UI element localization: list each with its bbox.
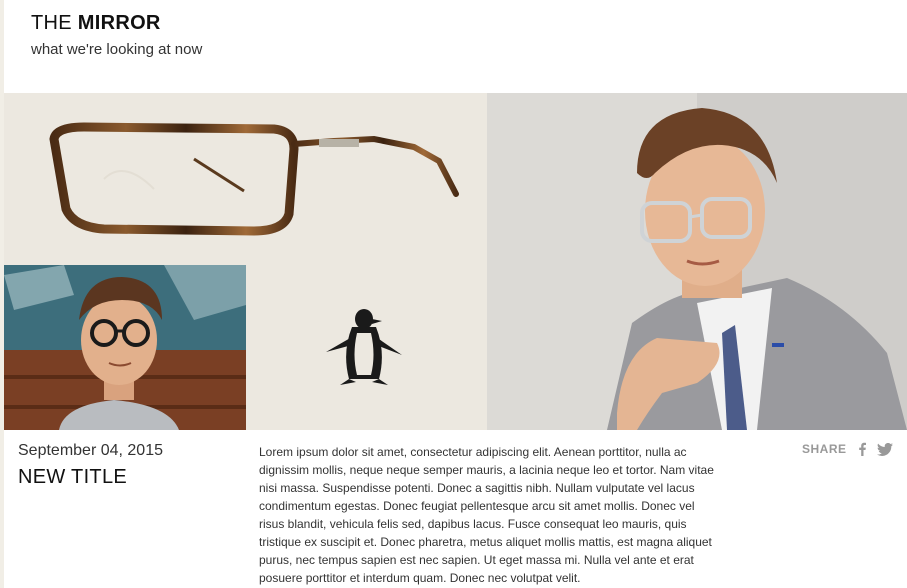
title-prefix: THE [31,12,72,34]
facebook-icon[interactable] [857,442,867,456]
model-large-image [487,93,907,430]
model-large-photo[interactable] [487,93,907,430]
page-header: THE MIRROR what we're looking at now [31,12,202,58]
model-small-image [4,265,246,430]
model-small-photo[interactable] [4,265,246,430]
share-bar: SHARE [802,442,893,456]
eyeglasses-image [49,122,459,236]
share-label: SHARE [802,442,847,456]
title-bold: MIRROR [77,12,161,34]
page-subtitle: what we're looking at now [31,41,203,58]
penguin-logo-icon [326,309,402,385]
hero-collage [4,93,907,430]
article-date: September 04, 2015 [18,442,163,459]
twitter-icon[interactable] [876,442,893,456]
article-title[interactable]: NEW TITLE [18,466,163,489]
article-section: September 04, 2015 NEW TITLE Lorem ipsum… [4,430,907,588]
article-body: Lorem ipsum dolor sit amet, consectetur … [259,445,714,585]
page-title: THE MIRROR [31,12,202,35]
article-meta: September 04, 2015 NEW TITLE [18,442,163,489]
